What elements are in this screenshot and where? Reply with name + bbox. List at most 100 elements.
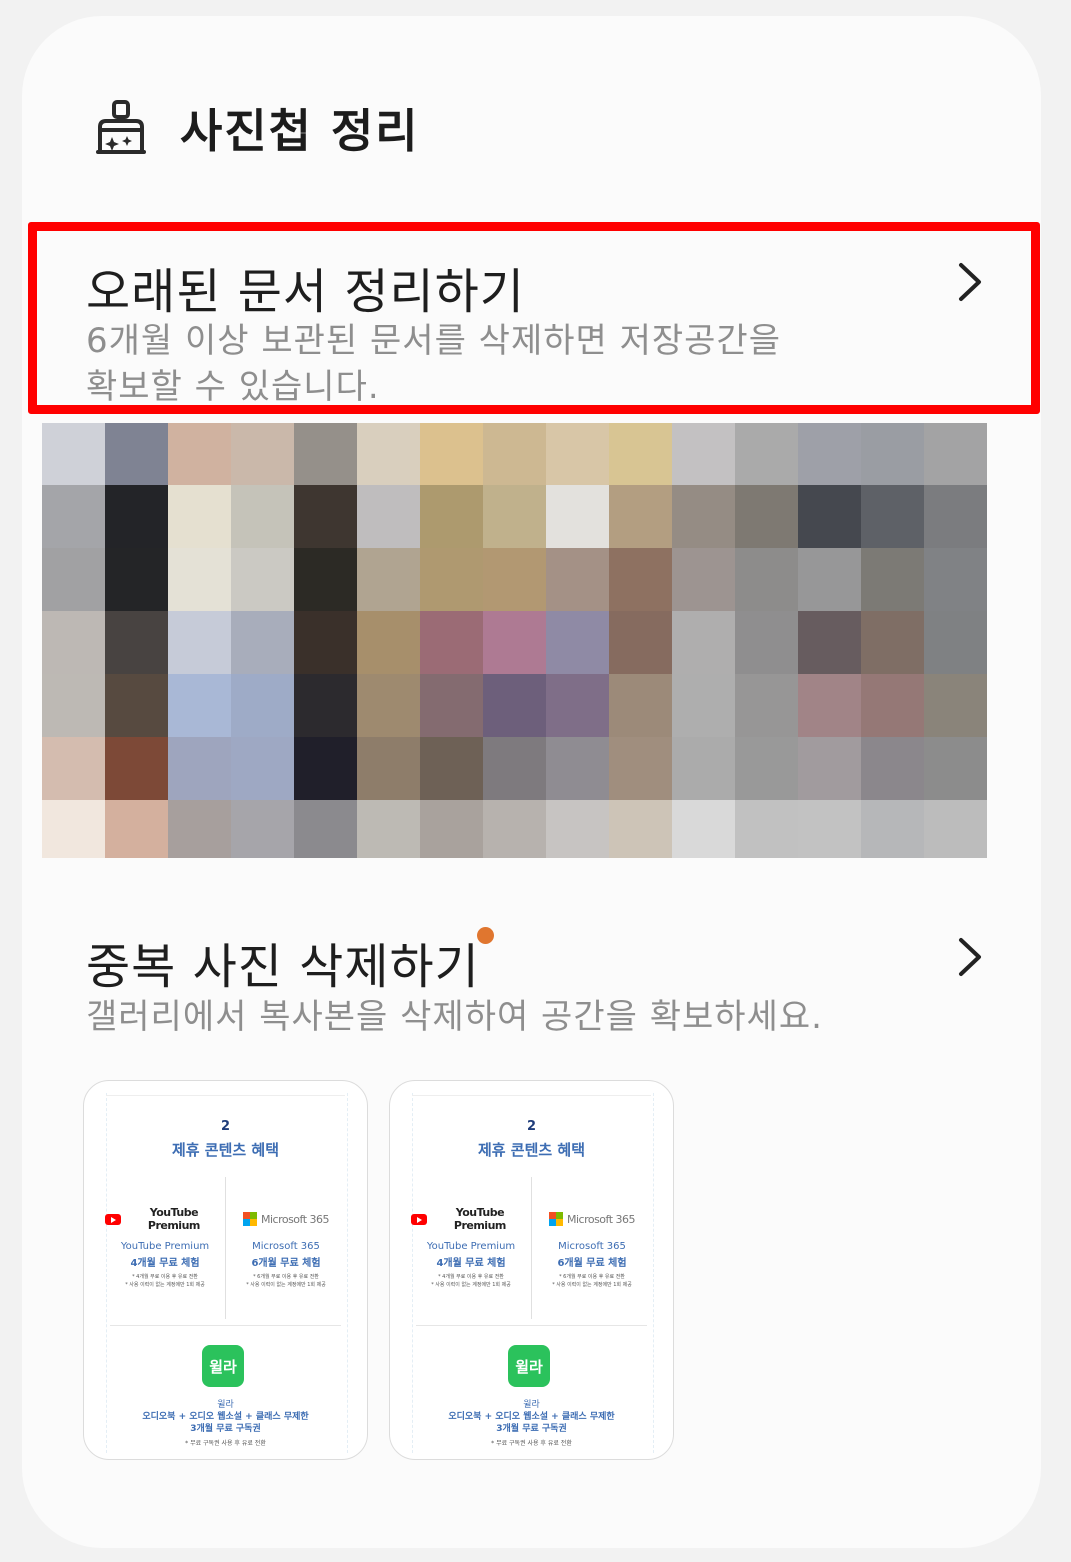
- microsoft-brand: Microsoft 365: [532, 1211, 652, 1227]
- mosaic-cell: [294, 674, 357, 737]
- mosaic-cell: [924, 548, 987, 611]
- thumbnail-heading: 제휴 콘텐츠 혜택: [171, 1141, 280, 1159]
- mosaic-cell: [546, 800, 609, 858]
- mosaic-cell: [735, 737, 798, 800]
- youtube-note-line2: * 사용 이력이 없는 계정에만 1회 제공: [431, 1282, 511, 1288]
- duplicate-photo-thumbnail[interactable]: 2 제휴 콘텐츠 혜택 YouTube Premium YouTube Prem…: [83, 1080, 368, 1460]
- pixelated-photo-preview[interactable]: [42, 423, 987, 858]
- divider: [110, 1325, 341, 1326]
- mosaic-cell: [168, 485, 231, 548]
- mosaic-cell: [798, 737, 861, 800]
- mosaic-cell: [420, 800, 483, 858]
- willa-offer-line2: 3개월 무료 구독권: [190, 1424, 261, 1434]
- microsoft-offer-text: 6개월 무료 체험: [557, 1258, 627, 1269]
- mosaic-cell: [609, 800, 672, 858]
- mosaic-cell: [924, 737, 987, 800]
- divider: [412, 1095, 651, 1096]
- mosaic-cell: [105, 611, 168, 674]
- mosaic-cell: [105, 485, 168, 548]
- mosaic-cell: [735, 800, 798, 858]
- mosaic-cell: [420, 737, 483, 800]
- microsoft-brand-text: Microsoft 365: [566, 1212, 636, 1226]
- youtube-name: YouTube Premium: [426, 1241, 516, 1252]
- mosaic-cell: [42, 423, 105, 485]
- mosaic-cell: [42, 548, 105, 611]
- mosaic-cell: [294, 737, 357, 800]
- mosaic-cell: [294, 800, 357, 858]
- mosaic-cell: [735, 548, 798, 611]
- mosaic-cell: [231, 548, 294, 611]
- mosaic-cell: [357, 423, 420, 485]
- chevron-right-icon[interactable]: [952, 935, 986, 979]
- mosaic-cell: [861, 485, 924, 548]
- mosaic-cell: [294, 485, 357, 548]
- mosaic-cell: [735, 674, 798, 737]
- mosaic-cell: [357, 800, 420, 858]
- youtube-brand: YouTube Premium: [411, 1206, 531, 1232]
- mosaic-cell: [546, 737, 609, 800]
- youtube-note-line1: * 4개월 무료 이용 후 유료 전환: [438, 1274, 504, 1280]
- mosaic-cell: [546, 423, 609, 485]
- youtube-offer-text: 4개월 무료 체험: [436, 1258, 506, 1269]
- mosaic-cell: [168, 800, 231, 858]
- mosaic-cell: [294, 611, 357, 674]
- divider: [106, 1095, 345, 1096]
- mosaic-cell: [672, 485, 735, 548]
- mosaic-cell: [672, 548, 735, 611]
- header: 사진첩 정리: [94, 96, 420, 160]
- divider: [416, 1325, 647, 1326]
- mosaic-cell: [420, 611, 483, 674]
- mosaic-cell: [672, 674, 735, 737]
- youtube-brand: YouTube Premium: [105, 1206, 225, 1232]
- mosaic-cell: [42, 485, 105, 548]
- mosaic-cell: [105, 674, 168, 737]
- mosaic-cell: [672, 611, 735, 674]
- mosaic-cell: [609, 737, 672, 800]
- mosaic-cell: [924, 423, 987, 485]
- mosaic-cell: [168, 423, 231, 485]
- duplicate-photos-title: 중복 사진 삭제하기: [86, 939, 480, 995]
- mosaic-cell: [420, 674, 483, 737]
- mosaic-cell: [42, 800, 105, 858]
- mosaic-cell: [168, 737, 231, 800]
- mosaic-cell: [609, 485, 672, 548]
- youtube-logo-icon: [105, 1213, 121, 1225]
- mosaic-cell: [168, 674, 231, 737]
- mosaic-cell: [231, 800, 294, 858]
- youtube-note: * 4개월 무료 이용 후 유료 전환 * 사용 이력이 없는 계정에만 1회 제…: [105, 1273, 225, 1289]
- mosaic-cell: [798, 485, 861, 548]
- microsoft-note-line1: * 6개월 무료 이용 후 유료 전환: [559, 1274, 625, 1280]
- willa-logo: 윌라: [508, 1345, 550, 1387]
- youtube-offer-text: 4개월 무료 체험: [130, 1258, 200, 1269]
- mosaic-cell: [168, 548, 231, 611]
- microsoft-offer-text: 6개월 무료 체험: [251, 1258, 321, 1269]
- microsoft-logo-icon: [548, 1212, 563, 1226]
- page-title: 사진첩 정리: [180, 104, 420, 158]
- mosaic-cell: [231, 674, 294, 737]
- mosaic-cell: [735, 611, 798, 674]
- highlight-box: [28, 222, 1040, 414]
- mosaic-cell: [231, 611, 294, 674]
- youtube-name: YouTube Premium: [120, 1241, 210, 1252]
- mosaic-cell: [42, 737, 105, 800]
- mosaic-cell: [357, 485, 420, 548]
- mosaic-cell: [294, 423, 357, 485]
- thumbnail-heading: 제휴 콘텐츠 혜택: [477, 1141, 586, 1159]
- microsoft-note-line1: * 6개월 무료 이용 후 유료 전환: [253, 1274, 319, 1280]
- mosaic-cell: [483, 737, 546, 800]
- mosaic-cell: [924, 674, 987, 737]
- youtube-brand-text: YouTube Premium: [147, 1206, 200, 1232]
- youtube-note-line1: * 4개월 무료 이용 후 유료 전환: [132, 1274, 198, 1280]
- mosaic-cell: [672, 423, 735, 485]
- mosaic-cell: [798, 674, 861, 737]
- mosaic-cell: [294, 548, 357, 611]
- mosaic-cell: [609, 548, 672, 611]
- microsoft-brand-text: Microsoft 365: [260, 1212, 330, 1226]
- mosaic-cell: [924, 611, 987, 674]
- mosaic-cell: [546, 548, 609, 611]
- duplicate-photo-thumbnail[interactable]: 2 제휴 콘텐츠 혜택 YouTube Premium YouTube Prem…: [389, 1080, 674, 1460]
- willa-logo: 윌라: [202, 1345, 244, 1387]
- mosaic-cell: [483, 611, 546, 674]
- cleaning-brush-icon: [96, 100, 146, 154]
- mosaic-cell: [231, 485, 294, 548]
